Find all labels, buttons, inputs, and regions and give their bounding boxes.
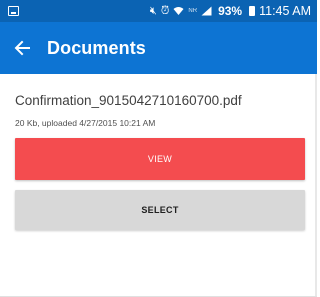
wifi-icon [173,7,184,15]
file-meta: 20 Kb, uploaded 4/27/2015 10:21 AM [15,118,156,128]
status-bar: 🔇︎ ⏰︎ NR 93% 11:45 AM [0,0,317,22]
network-label: NR [188,8,198,14]
signal-icon [201,6,212,16]
mute-icon: 🔇︎ [149,4,157,17]
arrow-left-glyph [14,40,30,56]
page-title: Documents [47,37,146,58]
app-toolbar: Documents [0,22,317,74]
select-button[interactable]: SELECT [15,190,305,230]
view-button[interactable]: VIEW [15,138,305,180]
status-time: 11:45 AM [259,4,311,18]
status-icons: 🔇︎ ⏰︎ NR 93% [150,4,242,18]
alarm-icon: ⏰︎ [160,4,170,17]
right-edge-divider [315,74,317,297]
battery-percent: 93% [218,4,243,18]
file-name: Confirmation_9015042710160700.pdf [15,93,242,108]
screenshot-icon [8,6,19,16]
battery-icon [249,6,256,16]
arrow-left-icon[interactable] [12,38,32,58]
